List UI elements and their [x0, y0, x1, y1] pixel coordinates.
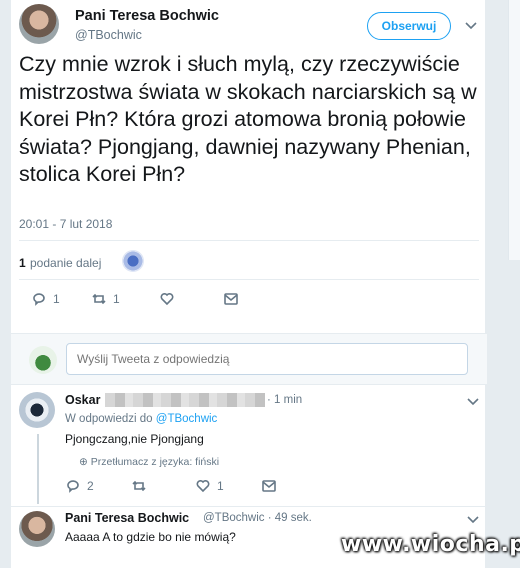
chevron-down-icon[interactable]	[467, 512, 479, 527]
reply-icon	[67, 480, 79, 493]
retweet-stats: 1 podanie dalej	[19, 247, 479, 275]
reply-author-avatar[interactable]	[19, 392, 55, 428]
follow-button[interactable]: Obserwuj	[367, 12, 451, 40]
retweet-action[interactable]: 1	[91, 291, 120, 307]
tweet-actions: 1 1	[19, 291, 319, 311]
like-action[interactable]: 1	[195, 478, 224, 494]
tweet-header: Pani Teresa Bochwic @TBochwic Obserwuj	[19, 4, 479, 48]
message-icon	[262, 480, 276, 492]
reply-author-handle[interactable]: @TBochwic	[203, 512, 265, 524]
divider	[19, 279, 479, 280]
retweet-icon	[92, 293, 106, 305]
divider	[19, 240, 479, 241]
divider	[11, 506, 487, 507]
reply-count: 1	[53, 292, 60, 306]
author-handle[interactable]: @TBochwic	[75, 28, 142, 42]
current-user-avatar	[29, 346, 57, 374]
reply-author-name[interactable]: Oskar	[65, 393, 100, 407]
chevron-down-icon[interactable]	[467, 394, 479, 409]
right-scroll-panel	[508, 0, 520, 260]
in-reply-handle[interactable]: @TBochwic	[156, 413, 218, 425]
tweet-text: Czy mnie wzrok i słuch mylą, czy rzeczyw…	[19, 52, 477, 186]
in-reply-to: W odpowiedzi do @TBochwic	[65, 413, 217, 425]
reply-author-avatar[interactable]	[19, 511, 55, 547]
retweet-action-count: 1	[113, 292, 120, 306]
message-action[interactable]	[223, 291, 239, 307]
retweet-label[interactable]: podanie dalej	[30, 256, 101, 270]
message-icon	[224, 293, 238, 305]
reply-actions: 2 1	[65, 478, 365, 498]
watermark: www.wiocha.pl	[341, 532, 520, 557]
reply-meta: @TBochwic · 49 sek.	[203, 512, 312, 524]
globe-icon: ⊕	[79, 456, 88, 468]
translate-link[interactable]: ⊕ Przetłumacz z języka: fiński	[79, 456, 219, 468]
reply-icon	[33, 293, 45, 306]
reply-text: Pjongczang,nie Pjongjang	[65, 432, 204, 446]
chevron-down-icon[interactable]	[465, 18, 477, 33]
translate-label: Przetłumacz z języka: fiński	[90, 456, 220, 468]
like-icon	[160, 293, 174, 306]
reply-composer	[11, 333, 487, 385]
reply-action[interactable]: 1	[31, 291, 60, 307]
reply-time[interactable]: · 49 sek.	[268, 512, 312, 524]
redacted-handle	[105, 393, 265, 407]
thread-line	[37, 434, 39, 504]
reply-time[interactable]: · 1 min	[267, 394, 302, 406]
retweet-action[interactable]	[131, 478, 153, 494]
retweet-count[interactable]: 1	[19, 256, 26, 270]
like-action[interactable]	[159, 291, 181, 307]
reply-input[interactable]	[66, 343, 468, 375]
like-icon	[196, 480, 210, 493]
reply-author-name[interactable]: Pani Teresa Bochwic	[65, 511, 189, 525]
author-avatar[interactable]	[19, 4, 59, 44]
in-reply-label: W odpowiedzi do	[65, 413, 153, 425]
author-name[interactable]: Pani Teresa Bochwic	[75, 8, 219, 24]
tweet-card: Pani Teresa Bochwic @TBochwic Obserwuj C…	[10, 0, 487, 568]
retweeter-avatar[interactable]	[122, 250, 144, 272]
tweet-timestamp[interactable]: 20:01 - 7 lut 2018	[19, 217, 112, 231]
reply-text: Aaaaa A to gdzie bo nie mówią?	[65, 530, 236, 544]
like-count: 1	[217, 479, 224, 493]
message-action[interactable]	[261, 478, 277, 494]
reply-count: 2	[87, 479, 94, 493]
retweet-icon	[132, 480, 146, 492]
reply-action[interactable]: 2	[65, 478, 94, 494]
